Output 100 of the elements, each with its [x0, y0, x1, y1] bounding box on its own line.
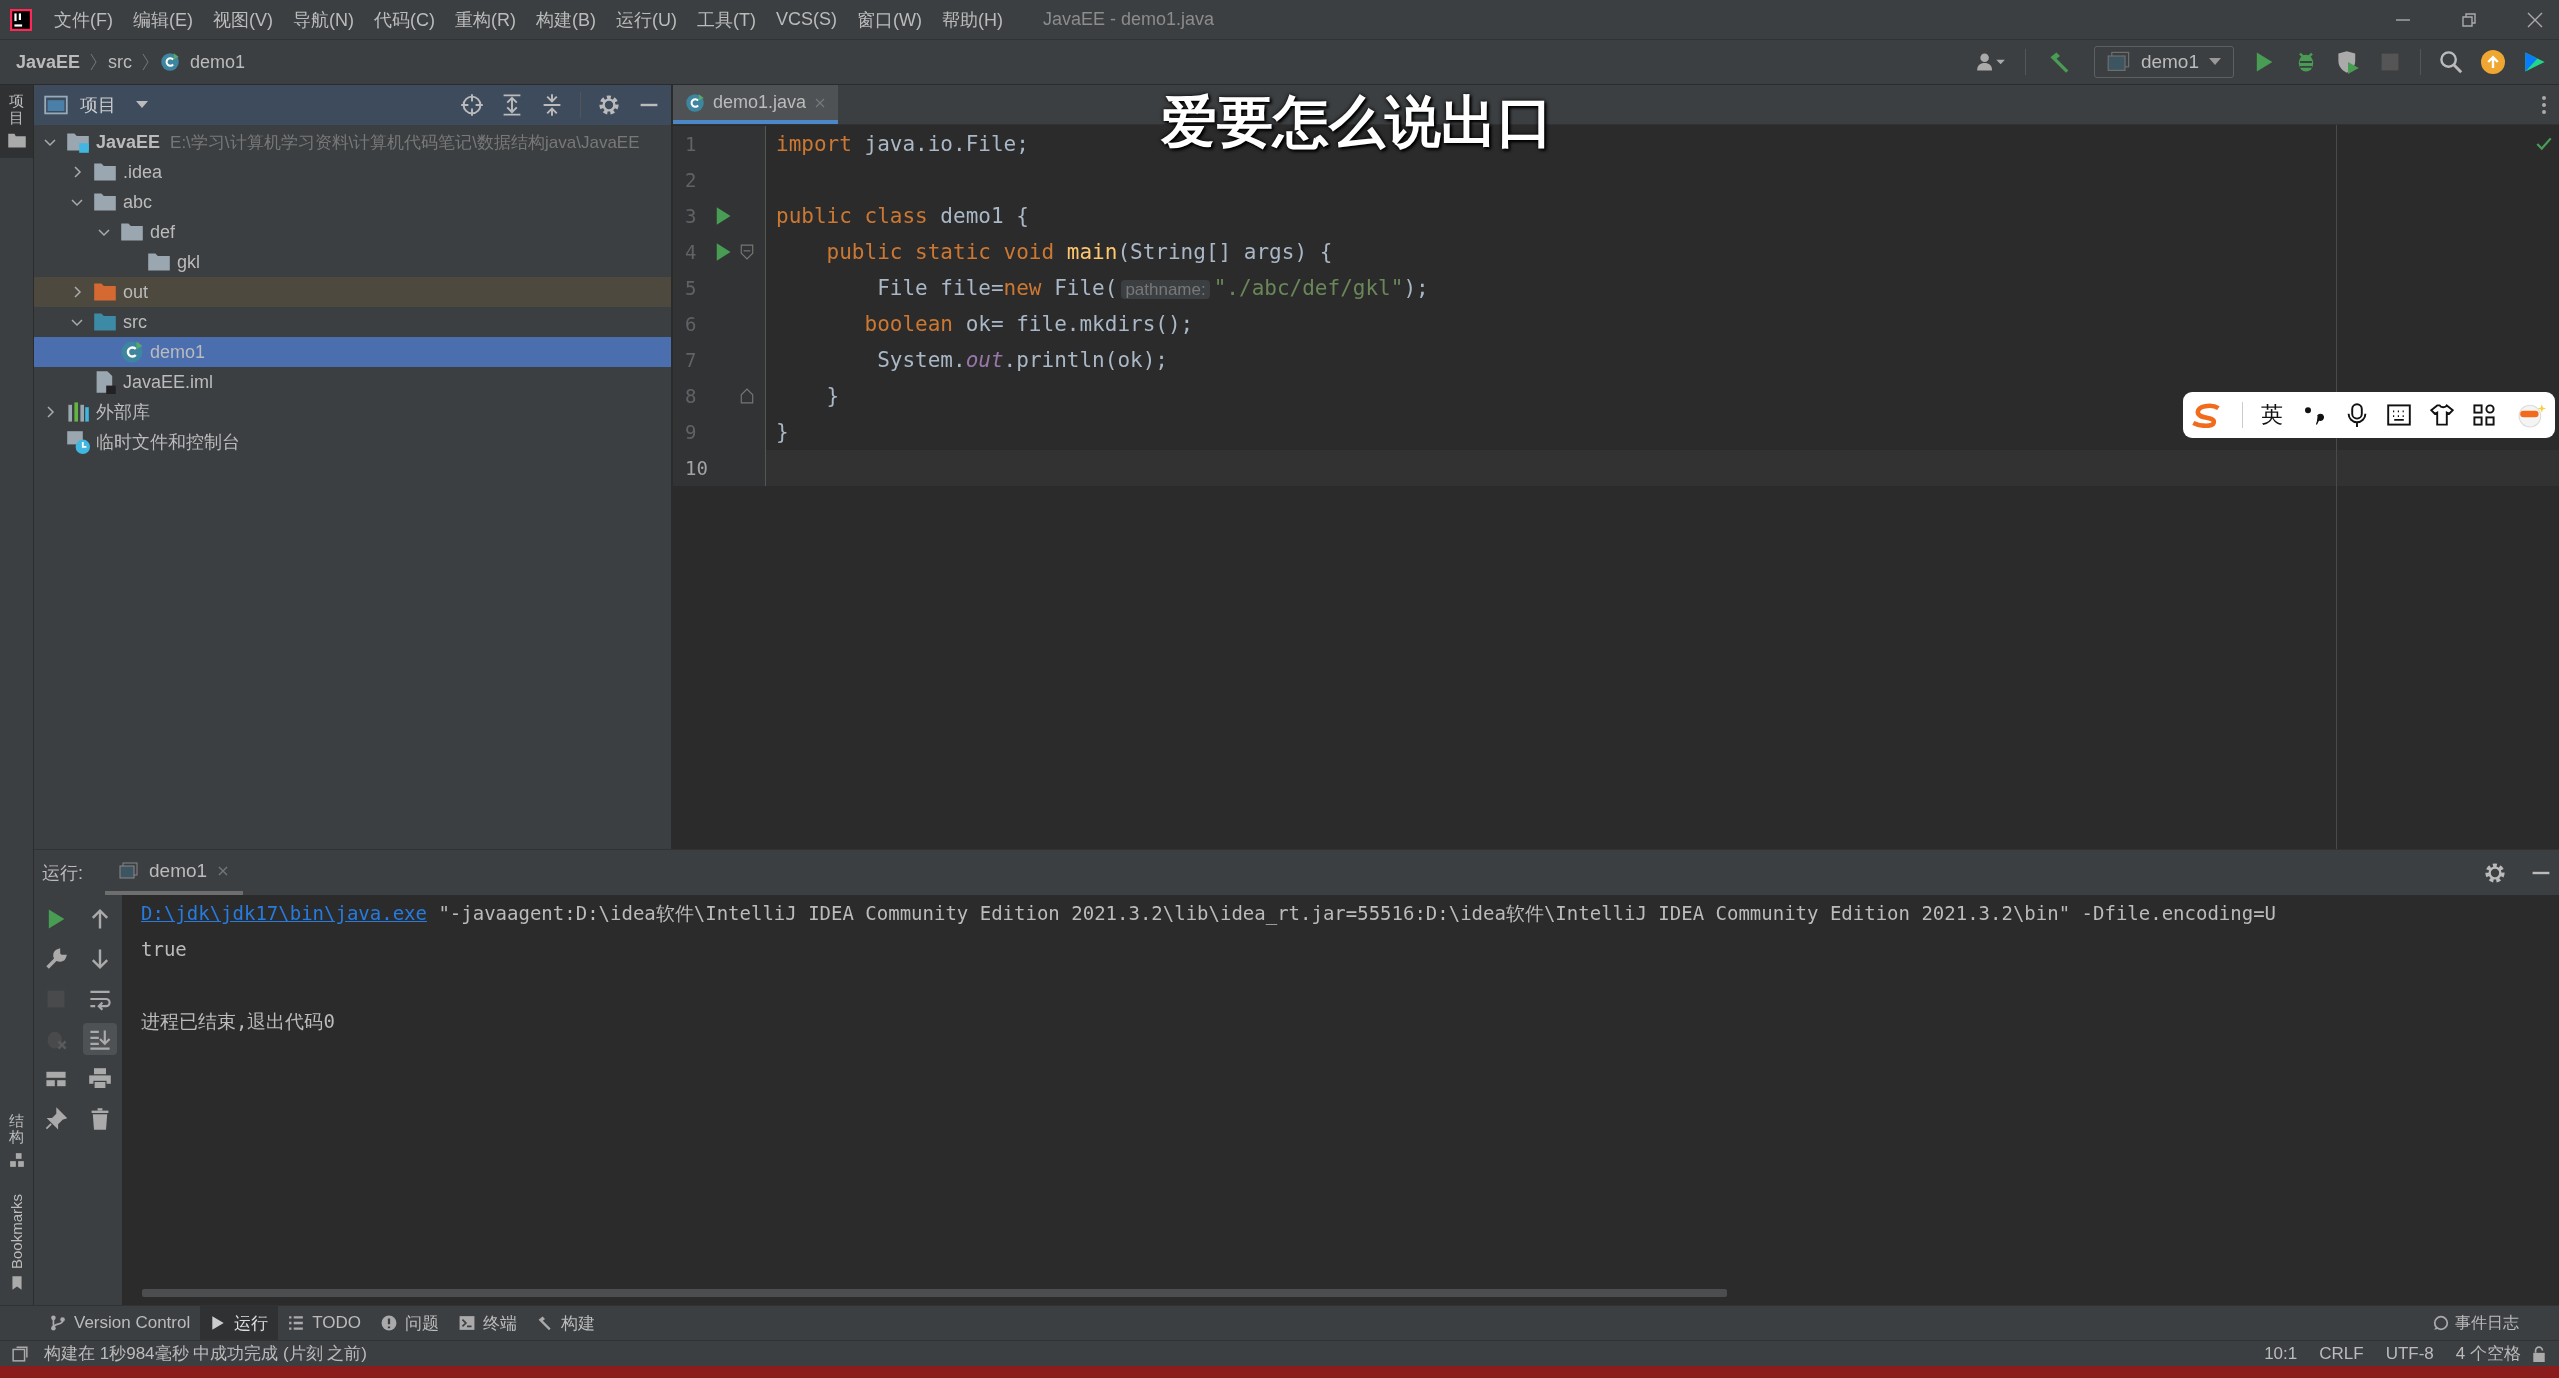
tree-row[interactable]: .idea	[34, 157, 671, 187]
menu-item[interactable]: 导航(N)	[293, 7, 354, 32]
code-line: }	[825, 384, 840, 408]
tree-label: JavaEE	[96, 131, 161, 153]
tool-window-tab[interactable]: TODO	[278, 1306, 372, 1340]
breadcrumb[interactable]: demo1	[190, 51, 246, 73]
console-link[interactable]: D:\jdk\jdk17\bin\java.exe	[141, 902, 427, 925]
run-configuration-dropdown[interactable]: demo1	[2093, 46, 2234, 78]
window-icon	[2106, 50, 2131, 74]
breadcrumb[interactable]: JavaEE	[16, 51, 81, 73]
chevron-icon[interactable]	[71, 196, 83, 208]
event-log-button[interactable]: 事件日志	[2433, 1306, 2559, 1340]
close-icon[interactable]	[217, 864, 230, 877]
code-line: boolean ok= file.mkdirs();	[863, 312, 1194, 336]
more-icon[interactable]	[2541, 95, 2547, 115]
code-line: public static void main(String[] args) {	[825, 240, 1333, 264]
tree-row[interactable]: gkl	[34, 247, 671, 277]
menu-item[interactable]: 构建(B)	[536, 7, 596, 32]
tree-label: .idea	[123, 161, 163, 183]
code-line: import java.io.File;	[776, 132, 1029, 156]
settings-icon[interactable]	[597, 93, 621, 117]
menu-item[interactable]: 文件(F)	[54, 7, 113, 32]
menu-item[interactable]: 帮助(H)	[941, 7, 1003, 32]
settings-icon[interactable]	[2483, 860, 2507, 885]
mascot-icon[interactable]	[2515, 402, 2547, 428]
chevron-icon[interactable]	[44, 136, 56, 148]
library-icon	[66, 400, 90, 424]
menu-item[interactable]: 窗口(W)	[857, 7, 922, 32]
menu-item[interactable]: 工具(T)	[697, 7, 756, 32]
console-line: true	[141, 937, 188, 963]
coverage-icon[interactable]	[2336, 50, 2360, 74]
chevron-icon[interactable]	[71, 286, 83, 298]
chevron-icon[interactable]	[98, 226, 110, 238]
tree-label: def	[150, 221, 176, 243]
scratch-console-icon	[66, 430, 90, 454]
code-line: public class demo1 {	[776, 204, 1029, 228]
user-icon[interactable]	[1974, 50, 2007, 74]
menu-item[interactable]: 重构(R)	[455, 7, 516, 32]
tree-row[interactable]: out	[34, 277, 671, 307]
search-icon[interactable]	[2439, 50, 2463, 74]
scrollbar[interactable]	[142, 1289, 1727, 1297]
panel-title: 运行:	[42, 861, 83, 885]
grid-icon[interactable]	[2472, 403, 2497, 427]
indent-setting[interactable]: 4 个空格	[2455, 1342, 2521, 1365]
tool-window-tab[interactable]: Version Control	[40, 1306, 201, 1340]
chevron-right-icon	[90, 52, 99, 72]
check-icon	[2535, 135, 2553, 153]
tree-row[interactable]: 外部库	[34, 397, 671, 427]
panel-title[interactable]: 项目	[80, 93, 116, 117]
window-title: JavaEE - demo1.java	[1042, 9, 1215, 30]
tree-label: JavaEE.iml	[123, 371, 214, 393]
editor-tab[interactable]: demo1.java	[673, 85, 839, 124]
menu-item[interactable]: VCS(S)	[775, 9, 837, 30]
tree-row[interactable]: 临时文件和控制台	[34, 427, 671, 457]
structure-tool-tab[interactable]: 结构	[9, 1112, 24, 1146]
tree-row[interactable]: abc	[34, 187, 671, 217]
caret-position[interactable]: 10:1	[2264, 1343, 2298, 1364]
line-separator[interactable]: CRLF	[2319, 1343, 2364, 1364]
menu-item[interactable]: 运行(U)	[616, 7, 677, 32]
breadcrumb[interactable]: src	[108, 51, 133, 73]
tree-row[interactable]: src	[34, 307, 671, 337]
tree-row[interactable]: JavaEE E:\学习\计算机学习资料\计算机代码笔记\数据结构java\JavaEE	[34, 127, 671, 157]
update-icon[interactable]	[2481, 50, 2505, 74]
chevron-icon[interactable]	[71, 166, 83, 178]
plugin-logo-icon[interactable]	[2523, 50, 2547, 74]
chat-bubble-icon	[2433, 1315, 2449, 1331]
chevron-right-icon	[142, 52, 151, 72]
pin-icon[interactable]	[44, 1107, 68, 1132]
locate-icon[interactable]	[460, 93, 484, 117]
chevron-icon[interactable]	[44, 406, 56, 418]
tree-label: 外部库	[96, 401, 150, 424]
code-line: System.out.println(ok);	[876, 348, 1168, 372]
tool-window-tab[interactable]: 运行	[200, 1306, 279, 1340]
bookmarks-tool-tab[interactable]: Bookmarks	[8, 1193, 25, 1269]
panel-toggle-icon[interactable]	[12, 1345, 28, 1362]
s-logo-icon[interactable]	[2191, 402, 2223, 428]
tool-window-tab[interactable]: 终端	[449, 1306, 528, 1340]
tree-label: out	[123, 281, 149, 303]
class-icon	[120, 340, 144, 364]
tool-window-tab[interactable]: 问题	[371, 1306, 450, 1340]
tree-row[interactable]: def	[34, 217, 671, 247]
list-icon	[288, 1315, 305, 1331]
code-line: }	[776, 420, 789, 444]
fold-icon[interactable]	[739, 244, 755, 260]
tree-label: gkl	[177, 251, 200, 273]
menu-item[interactable]: 代码(C)	[374, 7, 435, 32]
fold-icon[interactable]	[739, 388, 755, 404]
keyboard-icon[interactable]	[2387, 403, 2412, 427]
language-mode-toggle[interactable]: 英	[2261, 400, 2284, 430]
file-encoding[interactable]: UTF-8	[2385, 1343, 2434, 1364]
tool-window-tab[interactable]: 构建	[527, 1306, 606, 1340]
console-line: 进程已结束,退出代码0	[141, 1009, 336, 1035]
lock-icon[interactable]	[2531, 1345, 2547, 1362]
chevron-icon[interactable]	[71, 316, 83, 328]
warning-icon	[381, 1315, 398, 1331]
shirt-icon[interactable]	[2429, 403, 2454, 427]
console-line: D:\jdk\jdk17\bin\java.exe "-javaagent:D:\idea软件\IntelliJ IDEA Community Edition 2021.3.2\lib\idea_rt.jar=55516:D:\idea软件\IntelliJ IDEA Community Edition 2021.3.2\bin" -Dfile.encoding=U	[141, 901, 2278, 927]
menu-item[interactable]: 编辑(E)	[133, 7, 193, 32]
menu-item[interactable]: 视图(V)	[213, 7, 273, 32]
tree-row[interactable]: JavaEE.iml	[34, 367, 671, 397]
